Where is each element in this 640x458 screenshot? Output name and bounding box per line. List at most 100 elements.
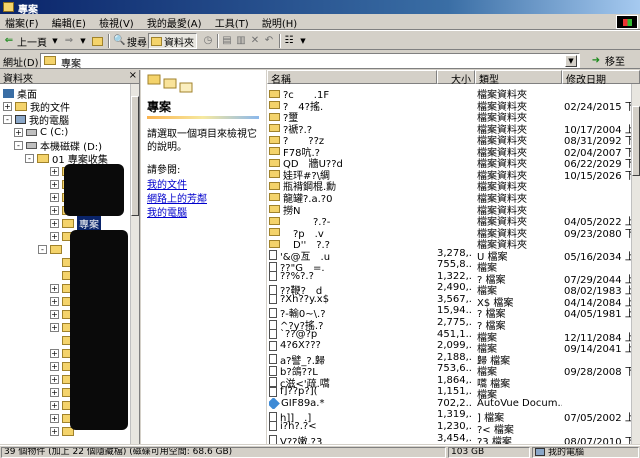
- list-item[interactable]: h]] .]1,319,...] 檔案07/05/2002 上: [267, 409, 634, 424]
- list-item[interactable]: ??%?.?1,322,...? 檔案07/29/2044 上: [267, 271, 634, 286]
- list-item[interactable]: 瓶褙鋼棍.勳 檔案資料夾: [267, 178, 631, 193]
- list-item[interactable]: ^?y?搖.?2,775,...? 檔案: [267, 317, 631, 332]
- list-item[interactable]: ?璽 檔案資料夾: [267, 109, 631, 124]
- link-my-documents[interactable]: 我的文件: [147, 176, 187, 191]
- list-item-name-text: i?h?.?<: [280, 420, 317, 432]
- chevron-down-icon[interactable]: ▼: [77, 35, 89, 47]
- tree-item-label: 專案: [77, 216, 101, 231]
- delete-button[interactable]: ✕: [249, 33, 261, 49]
- folders-button[interactable]: 資料夾: [148, 33, 197, 49]
- list-item[interactable]: b?鴿??L 753,6... 檔案 09/28/2008 下: [267, 363, 634, 378]
- list-item[interactable]: 龍罐?.a.?0 檔案資料夾: [267, 190, 631, 205]
- list-item[interactable]: f]??p?](1,151,...檔案: [267, 386, 631, 401]
- menu-tools[interactable]: 工具(T): [210, 14, 254, 31]
- list-item-name: ?Xh??y.x$: [269, 294, 439, 305]
- views-button[interactable]: ☷ ▼: [283, 33, 309, 49]
- expand-icon[interactable]: +: [50, 180, 59, 189]
- expand-icon[interactable]: +: [50, 349, 59, 358]
- forward-button[interactable]: ⇒ ▼: [63, 33, 89, 49]
- list-item[interactable]: GIF89a.* 702,2... AutoVue Docum...: [267, 397, 631, 410]
- scrollbar-thumb[interactable]: [131, 96, 139, 216]
- column-header-modified[interactable]: 修改日期: [562, 70, 640, 86]
- expand-icon[interactable]: +: [50, 193, 59, 202]
- up-folder-button[interactable]: [92, 33, 103, 49]
- address-input[interactable]: 專案 ▼: [40, 53, 580, 70]
- link-network-places[interactable]: 網路上的芳鄰: [147, 190, 207, 205]
- column-header-name[interactable]: 名稱: [267, 70, 437, 86]
- tree-item-redacted[interactable]: -: [38, 243, 62, 256]
- computer-icon: [15, 115, 26, 124]
- chevron-down-icon[interactable]: ▼: [49, 35, 61, 47]
- move-to-button[interactable]: ▤: [221, 33, 233, 49]
- column-header-size[interactable]: 大小: [437, 70, 475, 86]
- list-item[interactable]: F78吭.? 檔案資料夾 02/04/2007 下: [267, 144, 634, 159]
- list-item[interactable]: D'' ?.? 檔案資料夾: [267, 236, 631, 251]
- list-item[interactable]: '&@亙 .u3,278,...U 檔案05/16/2034 上: [267, 248, 634, 263]
- menu-favorites[interactable]: 我的最愛(A): [142, 14, 207, 31]
- back-button[interactable]: ⇐ 上一頁 ▼: [3, 33, 61, 49]
- list-item[interactable]: ?p .v 檔案資料夾 09/23/2080 下: [267, 225, 634, 240]
- expand-icon[interactable]: +: [50, 414, 59, 423]
- list-item[interactable]: 撈N 檔案資料夾: [267, 202, 631, 217]
- expand-icon[interactable]: +: [50, 362, 59, 371]
- menu-view[interactable]: 檢視(V): [94, 14, 139, 31]
- list-item-date: 08/07/2010 下: [564, 436, 634, 445]
- menu-edit[interactable]: 編輯(E): [47, 14, 91, 31]
- address-bar: 網址(D) 專案 ▼ ➜ 移至: [0, 51, 640, 70]
- tree-scrollbar[interactable]: [130, 84, 139, 444]
- expand-icon[interactable]: +: [50, 167, 59, 176]
- list-item[interactable]: 娃玶#?\綢 檔案資料夾 10/15/2026 下: [267, 167, 634, 182]
- search-button[interactable]: 🔍 搜尋: [113, 33, 147, 49]
- expand-icon[interactable]: +: [50, 427, 59, 436]
- list-item[interactable]: 4?6X???2,099,...檔案09/14/2041 上: [267, 340, 634, 355]
- list-item[interactable]: ??"G =. 755,8... 檔案: [267, 259, 631, 274]
- expand-icon[interactable]: +: [50, 401, 59, 410]
- expand-icon[interactable]: +: [50, 388, 59, 397]
- expand-icon[interactable]: +: [50, 284, 59, 293]
- collapse-icon[interactable]: -: [25, 154, 34, 163]
- status-location-label: 我的電腦: [548, 447, 585, 458]
- scrollbar-thumb[interactable]: [632, 106, 640, 176]
- collapse-icon[interactable]: -: [14, 141, 23, 150]
- list-item[interactable]: ?Xh??y.x$3,567,...X$ 檔案04/14/2084 上: [267, 294, 634, 309]
- list-item[interactable]: `??@?p 451,1... 檔案 12/11/2084 上: [267, 329, 634, 344]
- list-item[interactable]: c滋<'疏.嚆1,864,...嚆 檔案: [267, 375, 631, 390]
- list-item[interactable]: V??嫩.?3 3,454,... ?3 檔案 08/07/2010 下: [267, 433, 634, 445]
- list-item[interactable]: ? 4?搖. 檔案資料夾 02/24/2015 下: [267, 98, 634, 113]
- expand-icon[interactable]: +: [50, 310, 59, 319]
- list-item[interactable]: QD 牆U??d 檔案資料夾 06/22/2029 下: [267, 155, 634, 170]
- expand-icon[interactable]: +: [50, 297, 59, 306]
- list-item[interactable]: ?褫?.? 檔案資料夾 10/17/2004 上: [267, 121, 634, 136]
- list-item[interactable]: ? ??z 檔案資料夾 08/31/2092 下: [267, 132, 634, 147]
- list-item[interactable]: ?-輸0~\.? 15,94...? 檔案 04/05/1981 上: [267, 305, 634, 320]
- undo-button[interactable]: ↶: [263, 33, 275, 49]
- close-icon[interactable]: ×: [129, 70, 137, 81]
- list-item[interactable]: ?.?- 檔案資料夾 04/05/2022 上: [267, 213, 634, 228]
- list-item[interactable]: a?譬_?.歸2,188,...歸 檔案: [267, 352, 631, 367]
- address-dropdown-button[interactable]: ▼: [565, 55, 577, 67]
- redaction-mark: [70, 230, 128, 430]
- expand-icon[interactable]: +: [50, 219, 59, 228]
- list-item[interactable]: ?c .1F 檔案資料夾: [267, 86, 631, 101]
- link-my-computer[interactable]: 我的電腦: [147, 204, 187, 219]
- list-item[interactable]: i?h?.?<1,230,...?< 檔案: [267, 420, 631, 436]
- tree-item-my-computer[interactable]: - 我的電腦: [3, 113, 69, 127]
- expand-icon[interactable]: +: [14, 128, 23, 137]
- expand-icon[interactable]: +: [50, 206, 59, 215]
- go-button[interactable]: ➜ 移至: [590, 53, 625, 69]
- file-icon: [269, 329, 277, 340]
- collapse-icon[interactable]: -: [3, 115, 12, 124]
- list-item[interactable]: ??鞭? d2,490,...檔案08/02/1983 上: [267, 282, 634, 297]
- menu-file[interactable]: 檔案(F): [0, 14, 44, 31]
- expand-icon[interactable]: +: [50, 375, 59, 384]
- collapse-icon[interactable]: -: [38, 245, 47, 254]
- expand-icon[interactable]: +: [50, 323, 59, 332]
- list-scrollbar[interactable]: [631, 84, 640, 444]
- expand-icon[interactable]: +: [3, 102, 12, 111]
- tree-item-project[interactable]: + 專案: [50, 216, 101, 231]
- menu-help[interactable]: 說明(H): [257, 14, 302, 31]
- column-header-type[interactable]: 類型: [475, 70, 562, 86]
- history-button[interactable]: ◷: [202, 33, 214, 49]
- copy-to-button[interactable]: ▥: [235, 33, 247, 49]
- expand-icon[interactable]: +: [50, 232, 59, 241]
